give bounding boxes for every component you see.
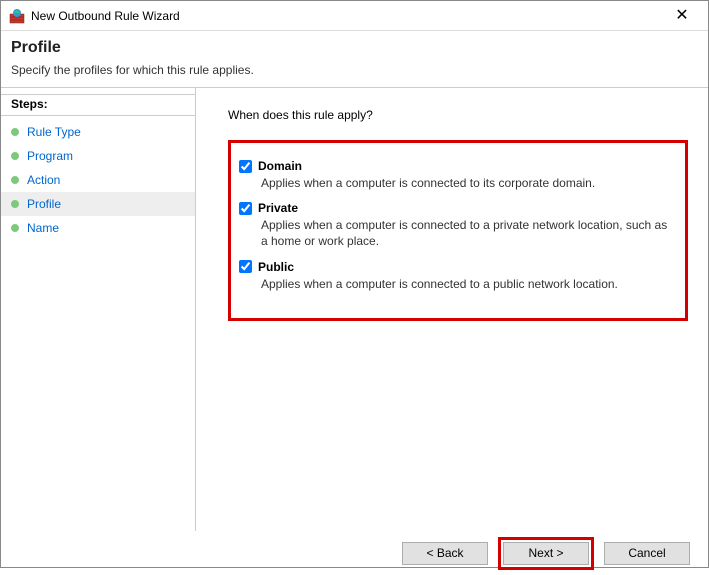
profiles-highlight-box: Domain Applies when a computer is connec…	[228, 140, 688, 321]
step-label: Program	[27, 146, 73, 166]
window-title: New Outbound Rule Wizard	[31, 9, 664, 23]
wizard-body: Steps: Rule Type Program Action Profile …	[1, 88, 708, 531]
step-label: Rule Type	[27, 122, 81, 142]
bullet-icon	[11, 224, 19, 232]
profile-private-checkbox[interactable]	[239, 202, 252, 215]
profile-private-name: Private	[258, 201, 298, 215]
profile-public-row: Public Applies when a computer is connec…	[239, 260, 673, 292]
wizard-content: When does this rule apply? Domain Applie…	[196, 88, 708, 531]
step-action[interactable]: Action	[1, 168, 195, 192]
profile-public-name: Public	[258, 260, 294, 274]
step-label: Profile	[27, 194, 61, 214]
back-button[interactable]: < Back	[402, 542, 488, 565]
question-text: When does this rule apply?	[228, 108, 688, 122]
next-button[interactable]: Next >	[503, 542, 589, 565]
steps-sidebar: Steps: Rule Type Program Action Profile …	[1, 88, 196, 531]
page-description: Specify the profiles for which this rule…	[11, 63, 698, 77]
profile-public-desc: Applies when a computer is connected to …	[261, 276, 673, 292]
cancel-button[interactable]: Cancel	[604, 542, 690, 565]
profile-domain-label[interactable]: Domain	[239, 159, 673, 173]
step-program[interactable]: Program	[1, 144, 195, 168]
bullet-icon	[11, 128, 19, 136]
close-icon[interactable]: ✕	[664, 1, 700, 31]
wizard-header: Profile Specify the profiles for which t…	[1, 31, 708, 87]
profile-private-label[interactable]: Private	[239, 201, 673, 215]
profile-domain-name: Domain	[258, 159, 302, 173]
next-highlight-box: Next >	[498, 537, 594, 570]
profile-domain-row: Domain Applies when a computer is connec…	[239, 159, 673, 191]
profile-domain-checkbox[interactable]	[239, 160, 252, 173]
step-rule-type[interactable]: Rule Type	[1, 120, 195, 144]
page-title: Profile	[11, 39, 698, 57]
bullet-icon	[11, 176, 19, 184]
step-label: Name	[27, 218, 59, 238]
titlebar: New Outbound Rule Wizard ✕	[1, 1, 708, 31]
steps-heading: Steps:	[1, 94, 195, 116]
bullet-icon	[11, 152, 19, 160]
firewall-icon	[9, 8, 25, 24]
profile-public-checkbox[interactable]	[239, 260, 252, 273]
step-name[interactable]: Name	[1, 216, 195, 240]
wizard-footer: < Back Next > Cancel	[1, 531, 708, 575]
step-label: Action	[27, 170, 60, 190]
profile-private-desc: Applies when a computer is connected to …	[261, 217, 673, 249]
profile-private-row: Private Applies when a computer is conne…	[239, 201, 673, 249]
profile-public-label[interactable]: Public	[239, 260, 673, 274]
profile-domain-desc: Applies when a computer is connected to …	[261, 175, 673, 191]
step-profile[interactable]: Profile	[1, 192, 195, 216]
bullet-icon	[11, 200, 19, 208]
